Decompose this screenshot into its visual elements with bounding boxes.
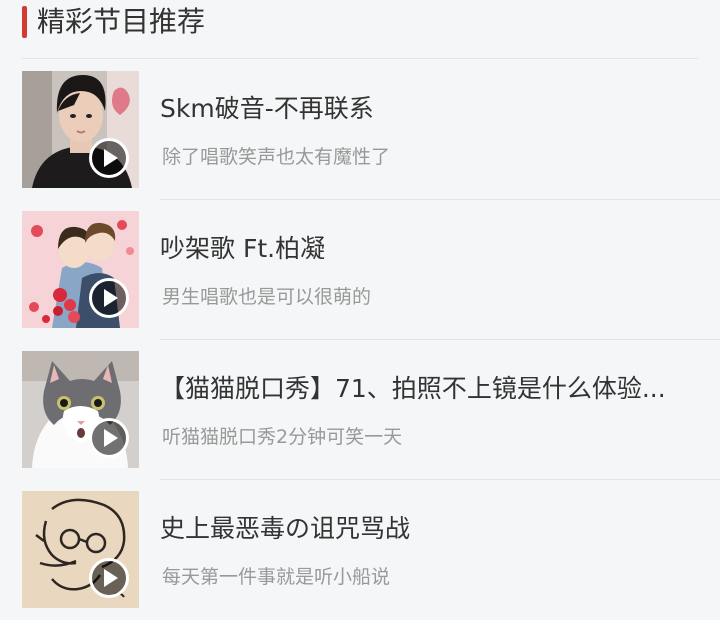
play-circle-icon[interactable]	[88, 557, 130, 599]
program-subtitle: 听猫猫脱口秀2分钟可笑一天	[162, 426, 403, 448]
play-circle-icon[interactable]	[88, 137, 130, 179]
program-title[interactable]: 史上最恶毒の诅咒骂战	[160, 514, 705, 544]
section-accent-bar	[22, 6, 27, 38]
section-title: 精彩节目推荐	[37, 5, 206, 38]
header-divider	[22, 58, 698, 59]
program-title[interactable]: 【猫猫脱口秀】71、拍照不上镜是什么体验...	[160, 374, 705, 404]
program-thumbnail[interactable]	[22, 491, 139, 608]
program-title[interactable]: Skm破音-不再联系	[160, 94, 705, 124]
program-title[interactable]: 吵架歌 Ft.柏凝	[160, 234, 705, 264]
play-circle-icon[interactable]	[88, 417, 130, 459]
program-item[interactable]: 史上最恶毒の诅咒骂战 每天第一件事就是听小船说	[0, 480, 720, 620]
program-thumbnail[interactable]	[22, 71, 139, 188]
program-item[interactable]: 【猫猫脱口秀】71、拍照不上镜是什么体验... 听猫猫脱口秀2分钟可笑一天	[0, 340, 720, 480]
program-item[interactable]: Skm破音-不再联系 除了唱歌笑声也太有魔性了	[0, 60, 720, 200]
program-item[interactable]: 吵架歌 Ft.柏凝 男生唱歌也是可以很萌的	[0, 200, 720, 340]
play-circle-icon[interactable]	[88, 277, 130, 319]
program-subtitle: 除了唱歌笑声也太有魔性了	[162, 146, 391, 168]
section-header: 精彩节目推荐	[0, 0, 720, 56]
program-thumbnail[interactable]	[22, 351, 139, 468]
program-thumbnail[interactable]	[22, 211, 139, 328]
program-subtitle: 每天第一件事就是听小船说	[162, 566, 391, 588]
program-subtitle: 男生唱歌也是可以很萌的	[162, 286, 372, 308]
